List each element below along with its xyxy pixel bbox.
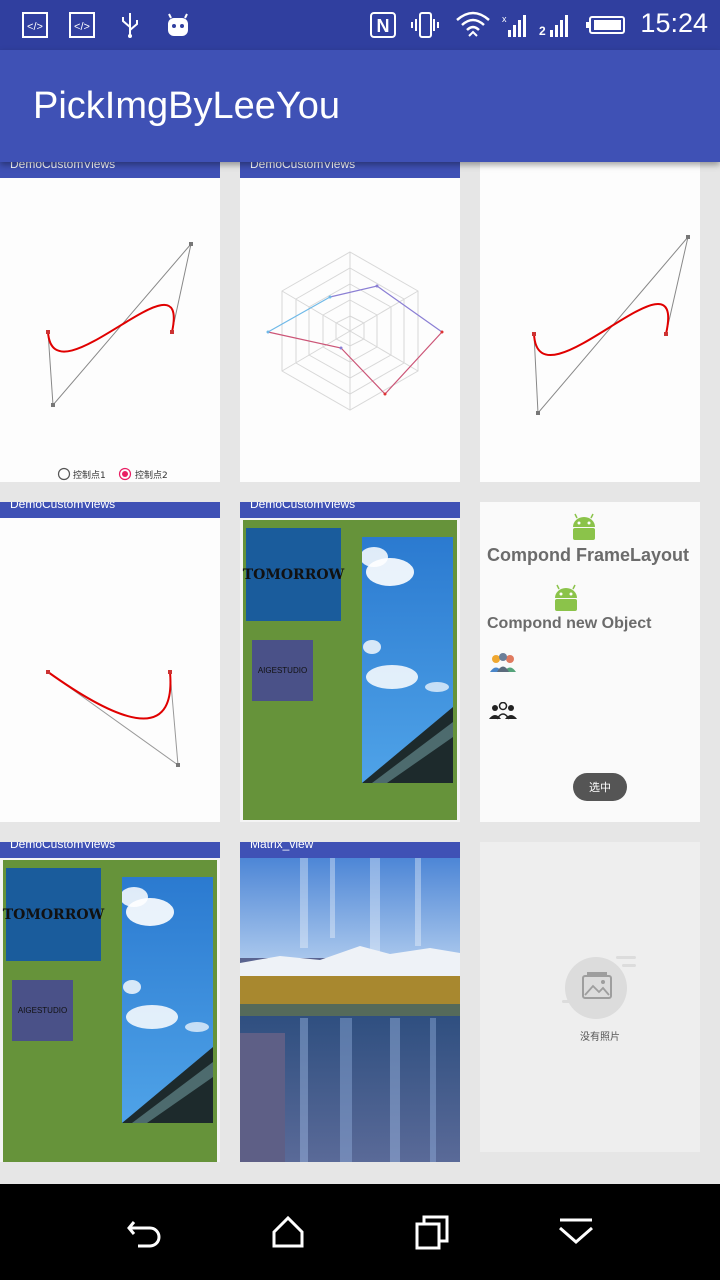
navigation-bar	[0, 1184, 720, 1280]
clock: 15:24	[640, 8, 708, 38]
radio-label-2[interactable]: 控制点2	[135, 468, 168, 481]
app-title: PickImgByLeeYou	[33, 85, 341, 127]
aigestudio-label: AIGESTUDIO	[17, 1006, 68, 1015]
svg-text:x: x	[502, 14, 507, 24]
compound-framelayout-title: Compond FrameLayout	[487, 545, 690, 565]
app-bar: PickImgByLeeYou	[0, 50, 720, 162]
empty-state-label: 没有照片	[580, 1032, 620, 1043]
status-bar: </> </> N x 2 15:24	[0, 0, 720, 50]
signal-icon: 2	[539, 15, 568, 38]
people-icon	[489, 702, 517, 720]
sky-photo	[362, 537, 453, 783]
grid-item-bezier-2[interactable]	[480, 162, 700, 482]
bezier-curve-view	[46, 670, 180, 767]
compound-object-title: Compond new Object	[487, 615, 652, 632]
matrix-photo	[240, 858, 460, 1162]
code-icon: </>	[69, 12, 95, 38]
bezier-curve-view	[532, 235, 690, 415]
select-button[interactable]: 选中	[573, 773, 627, 801]
signal-icon: x	[502, 14, 526, 37]
android-icon	[168, 13, 188, 36]
grid-item-image-composite-1[interactable]: DemoCustomViews TOMORROW AIGESTUDIO	[240, 502, 460, 822]
grid-item-matrix[interactable]: Matrix_view	[240, 842, 460, 1162]
wifi-icon	[456, 11, 490, 37]
aigestudio-box: AIGESTUDIO	[12, 980, 73, 1041]
svg-text:</>: </>	[74, 21, 90, 33]
no-photo-icon	[562, 956, 636, 1019]
grid-item-image-composite-2[interactable]: DemoCustomViews TOMORROW AIGESTUDIO	[0, 842, 220, 1162]
radar-chart-view	[266, 251, 444, 411]
tomorrow-label: TOMORROW	[242, 566, 345, 583]
svg-text:N: N	[377, 16, 390, 36]
back-icon[interactable]	[124, 1212, 164, 1252]
group-icon	[490, 653, 516, 672]
tomorrow-label: TOMORROW	[2, 906, 105, 923]
usb-icon	[122, 13, 138, 38]
grid-item-radar[interactable]: DemoCustomViews	[240, 162, 460, 482]
tile-header: DemoCustomViews	[0, 842, 220, 858]
battery-icon	[586, 16, 625, 34]
notification-drawer-icon[interactable]	[556, 1212, 596, 1252]
tile-header: Matrix_view	[240, 842, 460, 858]
tomorrow-box: TOMORROW	[3, 868, 104, 961]
android-icon	[573, 513, 595, 540]
sky-photo	[122, 877, 213, 1123]
aigestudio-label: AIGESTUDIO	[257, 666, 308, 675]
grid-item-compound[interactable]: Compond FrameLayout Compond new Object 选…	[480, 502, 700, 822]
code-icon: </>	[22, 12, 48, 38]
tomorrow-box: TOMORROW	[243, 528, 344, 621]
grid-item-empty[interactable]: 没有照片	[480, 842, 700, 1152]
aigestudio-box: AIGESTUDIO	[252, 640, 313, 701]
android-icon	[555, 584, 577, 611]
svg-text:2: 2	[539, 24, 546, 38]
grid-item-bezier-1[interactable]: DemoCustomViews 控制点1 控制点2	[0, 162, 220, 482]
tile-header: DemoCustomViews	[240, 502, 460, 518]
vibrate-icon	[411, 12, 439, 38]
nfc-icon: N	[370, 12, 396, 38]
recents-icon[interactable]	[412, 1212, 452, 1252]
home-icon[interactable]	[268, 1212, 308, 1252]
bezier-curve-view	[46, 242, 193, 481]
grid-item-bezier-3[interactable]: DemoCustomViews	[0, 502, 220, 822]
radio-label-1[interactable]: 控制点1	[73, 468, 106, 481]
svg-text:</>: </>	[27, 21, 43, 33]
